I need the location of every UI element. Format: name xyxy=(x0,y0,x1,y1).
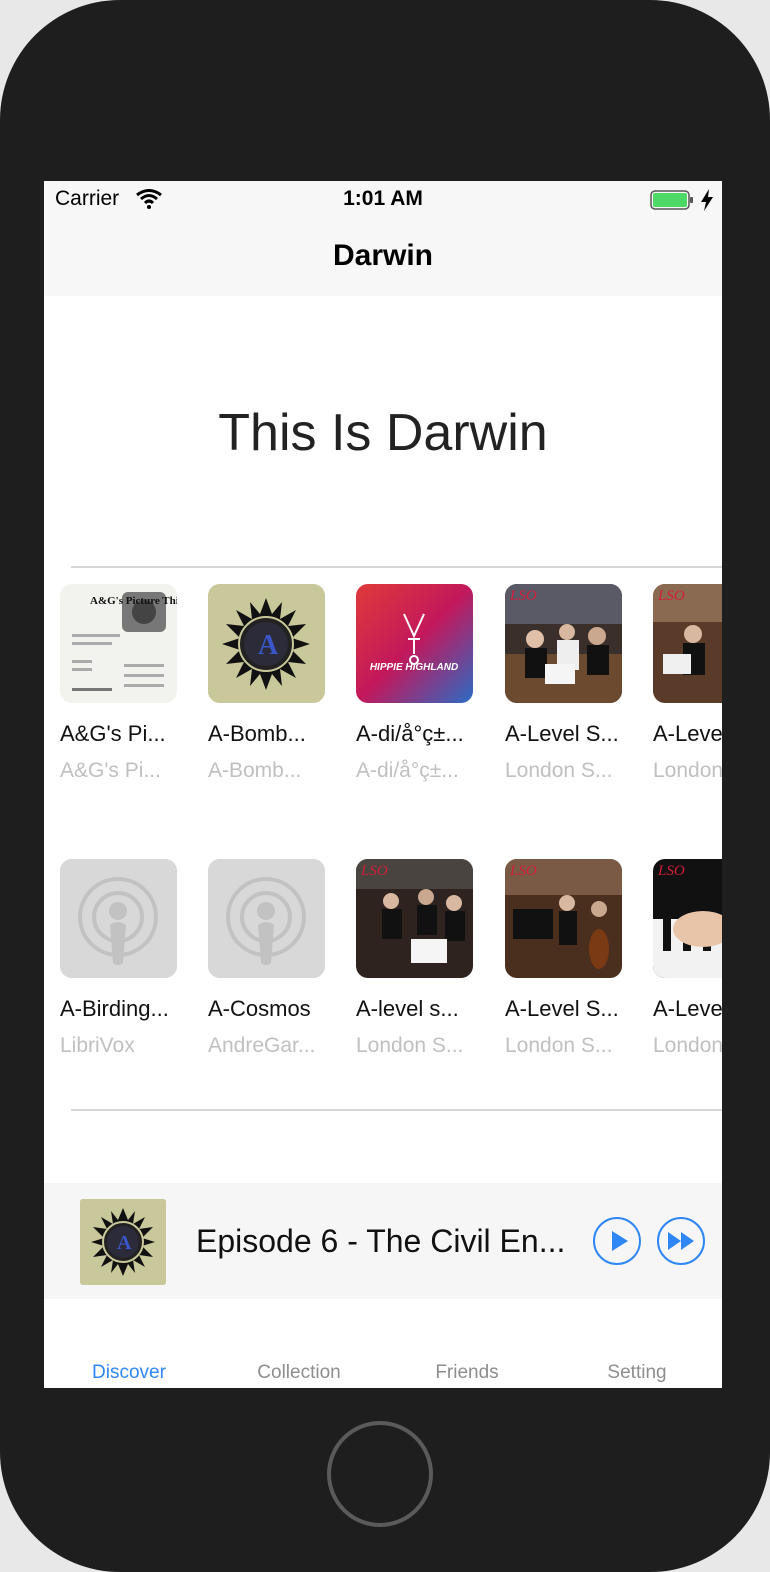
podcast-author: AndreGar... xyxy=(208,1034,316,1057)
podcast-title: A-di/å°ç±... xyxy=(356,721,464,746)
podcast-title: A-Leve xyxy=(653,721,722,746)
tab-friends[interactable]: Friends xyxy=(382,1362,552,1384)
podcast-placeholder-icon xyxy=(60,859,177,978)
tab-collection[interactable]: Collection xyxy=(214,1362,384,1384)
play-icon xyxy=(612,1231,628,1251)
tab-discover[interactable]: Discover xyxy=(44,1362,214,1384)
fast-forward-icon xyxy=(668,1232,694,1250)
podcast-tile[interactable]: A-Cosmos AndreGar... xyxy=(208,859,327,1058)
podcast-author: A&G's Pi... xyxy=(60,759,161,782)
podcast-author: London xyxy=(653,759,722,782)
svg-text:LSO: LSO xyxy=(509,588,537,604)
divider xyxy=(71,566,722,568)
podcast-artwork: LSO xyxy=(505,584,622,703)
tab-setting[interactable]: Setting xyxy=(552,1362,722,1384)
battery-icon xyxy=(650,190,693,210)
podcast-title: A-Birding... xyxy=(60,996,169,1021)
hero-title: This Is Darwin xyxy=(218,404,548,462)
svg-text:LSO: LSO xyxy=(657,863,685,879)
podcast-author: A-Bomb... xyxy=(208,759,302,782)
svg-text:LSO: LSO xyxy=(509,863,537,879)
mini-player[interactable]: A Episode 6 - The Civil En... xyxy=(44,1183,722,1299)
nav-title: Darwin xyxy=(332,239,434,272)
svg-text:A&G's Picture This!: A&G's Picture This! xyxy=(90,595,177,607)
podcast-grid-row: A-Birding... LibriVox A-Cosmos AndreGar.… xyxy=(60,859,722,1069)
podcast-tile[interactable]: LSO A-Leve London xyxy=(653,859,722,1058)
podcast-tile[interactable]: A-Birding... LibriVox xyxy=(60,859,179,1058)
podcast-grid-row: A&G's Picture This! A&G's Pi... A&G's Pi… xyxy=(60,584,722,794)
podcast-title: A-Leve xyxy=(653,996,722,1021)
podcast-title: A-level s... xyxy=(356,996,459,1021)
svg-text:A: A xyxy=(258,630,279,661)
podcast-tile[interactable]: LSO A-level s... London S... xyxy=(356,859,475,1058)
podcast-tile[interactable]: HIPPIE HIGHLAND A-di/å°ç±... A-di/å°ç±..… xyxy=(356,584,475,783)
podcast-artwork: HIPPIE HIGHLAND xyxy=(356,584,473,703)
svg-text:A: A xyxy=(117,1232,132,1254)
podcast-author: London S... xyxy=(356,1034,464,1057)
podcast-artwork: A&G's Picture This! xyxy=(60,584,177,703)
podcast-tile[interactable]: LSO A-Leve London xyxy=(653,584,722,783)
phone-screen: Carrier 1:01 AM Darwin This Is Darwin A&… xyxy=(44,181,722,1388)
podcast-tile[interactable]: LSO A-Level S... London S... xyxy=(505,584,624,783)
svg-text:LSO: LSO xyxy=(657,588,685,604)
podcast-artwork: A xyxy=(208,584,325,703)
navigation-bar: Darwin xyxy=(44,219,722,296)
podcast-tile[interactable]: A A-Bomb... A-Bomb... xyxy=(208,584,327,783)
now-playing-title: Episode 6 - The Civil En... xyxy=(196,1223,566,1259)
podcast-author: LibriVox xyxy=(60,1034,135,1057)
podcast-tile[interactable]: A&G's Picture This! A&G's Pi... A&G's Pi… xyxy=(60,584,179,783)
podcast-artwork: LSO xyxy=(653,859,722,978)
window-control-icon xyxy=(758,22,770,52)
fast-forward-button[interactable] xyxy=(657,1217,705,1265)
podcast-artwork: LSO xyxy=(356,859,473,978)
device-frame: Carrier 1:01 AM Darwin This Is Darwin A&… xyxy=(0,0,770,1572)
charging-bolt-icon xyxy=(701,189,713,211)
window-control-icon xyxy=(0,22,10,52)
now-playing-artwork: A xyxy=(80,1199,166,1285)
svg-text:HIPPIE HIGHLAND: HIPPIE HIGHLAND xyxy=(370,662,458,673)
status-time: 1:01 AM xyxy=(343,187,423,210)
podcast-artwork: LSO xyxy=(653,584,722,703)
podcast-title: A&G's Pi... xyxy=(60,721,166,746)
podcast-author: London S... xyxy=(505,1034,613,1057)
svg-text:LSO: LSO xyxy=(360,863,388,879)
divider xyxy=(71,1109,722,1111)
play-button[interactable] xyxy=(593,1217,641,1265)
status-bar: Carrier 1:01 AM xyxy=(44,181,722,219)
podcast-author: A-di/å°ç±... xyxy=(356,759,459,782)
podcast-title: A-Level S... xyxy=(505,996,619,1021)
podcast-author: London S... xyxy=(505,759,613,782)
podcast-tile[interactable]: LSO A-Level S... London S... xyxy=(505,859,624,1058)
podcast-title: A-Cosmos xyxy=(208,996,311,1021)
podcast-artwork: LSO xyxy=(505,859,622,978)
podcast-placeholder-icon xyxy=(208,859,325,978)
podcast-title: A-Bomb... xyxy=(208,721,306,746)
tab-bar: Discover Collection Friends Setting xyxy=(44,1299,722,1388)
podcast-title: A-Level S... xyxy=(505,721,619,746)
podcast-author: London xyxy=(653,1034,722,1057)
home-button[interactable] xyxy=(327,1421,433,1527)
